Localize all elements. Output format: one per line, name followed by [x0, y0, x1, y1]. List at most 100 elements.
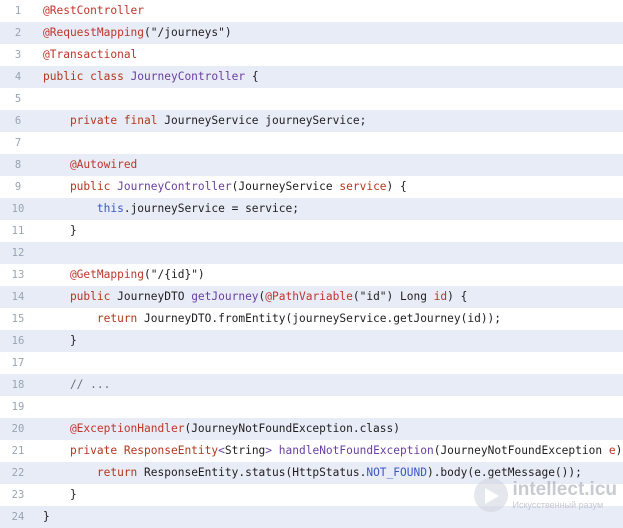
- code-token: ) {: [447, 290, 468, 303]
- code-token: JourneyService journeyService;: [164, 114, 367, 127]
- line-number: 16: [11, 335, 25, 347]
- code-token: ("/journeys"): [144, 26, 232, 39]
- line-code: private ResponseEntity<String> handleNot…: [36, 440, 623, 462]
- code-token: }: [43, 510, 50, 523]
- code-token: String: [224, 444, 266, 457]
- code-token: JourneyController: [130, 70, 246, 83]
- code-token: }: [43, 224, 77, 237]
- line-code: @GetMapping("/{id}"): [36, 264, 623, 286]
- code-token: @RestController: [43, 4, 145, 17]
- code-token: (JourneyNotFoundException.class): [184, 422, 400, 435]
- code-token: this: [43, 202, 124, 215]
- line-code: @Autowired: [36, 154, 623, 176]
- line-code: this.journeyService = service;: [36, 198, 623, 220]
- line-number: 4: [14, 71, 22, 83]
- line-code: private final JourneyService journeyServ…: [36, 110, 623, 132]
- code-token: ).body(e.getMessage());: [426, 466, 582, 479]
- line-number: 6: [14, 115, 22, 127]
- code-line: 22 return ResponseEntity.status(HttpStat…: [0, 462, 623, 484]
- code-token: private final: [43, 114, 165, 127]
- code-token: @RequestMapping: [43, 26, 145, 39]
- line-code: }: [36, 484, 623, 506]
- line-code: public JourneyController(JourneyService …: [36, 176, 623, 198]
- line-number: 1: [14, 5, 22, 17]
- line-number: 15: [11, 313, 25, 325]
- code-token: ResponseEntity: [123, 444, 219, 457]
- code-token: public: [43, 180, 118, 193]
- code-line: 6 private final JourneyService journeySe…: [0, 110, 623, 132]
- code-viewer: 1 @RestController 2 @RequestMapping("/journ…: [0, 0, 623, 528]
- code-token: ) {: [386, 180, 407, 193]
- line-number: 24: [11, 511, 25, 523]
- code-token: <: [218, 444, 225, 457]
- code-line: 2 @RequestMapping("/journeys"): [0, 22, 623, 44]
- code-token: {: [245, 70, 259, 83]
- code-token: >: [265, 444, 279, 457]
- line-number: 3: [14, 49, 22, 61]
- line-code: @Transactional: [36, 44, 623, 66]
- line-number: 10: [11, 203, 25, 215]
- line-code: public class JourneyController {: [36, 66, 623, 88]
- code-line: 1 @RestController: [0, 0, 623, 22]
- code-line: 5: [0, 88, 623, 110]
- code-token: return: [43, 312, 145, 325]
- line-code: public JourneyDTO getJourney(@PathVariab…: [36, 286, 623, 308]
- line-number: 21: [11, 445, 25, 457]
- code-token: }: [43, 488, 77, 501]
- line-number: 5: [14, 93, 22, 105]
- line-code: @RestController: [36, 0, 623, 22]
- line-code: }: [36, 506, 623, 528]
- code-token: handleNotFoundException: [278, 444, 434, 457]
- code-token: ) {: [615, 444, 623, 457]
- code-line: 7: [0, 132, 623, 154]
- code-line: 21 private ResponseEntity<String> handle…: [0, 440, 623, 462]
- code-line: 20 @ExceptionHandler(JourneyNotFoundExce…: [0, 418, 623, 440]
- code-token: @PathVariable: [265, 290, 353, 303]
- code-token: service: [339, 180, 387, 193]
- code-token: @GetMapping: [43, 268, 145, 281]
- code-token: e: [608, 444, 616, 457]
- code-token: @ExceptionHandler: [43, 422, 185, 435]
- line-number: 7: [14, 137, 22, 149]
- code-token: public: [43, 290, 118, 303]
- code-token: (JourneyService: [231, 180, 340, 193]
- line-code: @RequestMapping("/journeys"): [36, 22, 623, 44]
- code-line: 16 }: [0, 330, 623, 352]
- code-line: 24}: [0, 506, 623, 528]
- code-line: 17: [0, 352, 623, 374]
- code-line: 13 @GetMapping("/{id}"): [0, 264, 623, 286]
- line-number: 9: [14, 181, 22, 193]
- code-token: ResponseEntity.status(HttpStatus.: [144, 466, 367, 479]
- code-token: JourneyController: [117, 180, 232, 193]
- line-number: 13: [11, 269, 25, 281]
- code-token: ("id") Long: [352, 290, 434, 303]
- code-line: 15 return JourneyDTO.fromEntity(journeyS…: [0, 308, 623, 330]
- code-token: .journeyService = service;: [123, 202, 299, 215]
- line-number: 18: [11, 379, 25, 391]
- line-number: 14: [11, 291, 25, 303]
- code-line: 4 public class JourneyController {: [0, 66, 623, 88]
- code-token: JourneyDTO.fromEntity(journeyService.get…: [144, 312, 502, 325]
- line-number: 2: [14, 27, 22, 39]
- line-number: 23: [11, 489, 25, 501]
- line-code: }: [36, 220, 623, 242]
- code-token: }: [43, 334, 77, 347]
- line-code: return ResponseEntity.status(HttpStatus.…: [36, 462, 623, 484]
- code-line: 9 public JourneyController(JourneyServic…: [0, 176, 623, 198]
- code-line: 10 this.journeyService = service;: [0, 198, 623, 220]
- line-number: 17: [11, 357, 25, 369]
- code-token: NOT_FOUND: [366, 466, 427, 479]
- code-token: // ...: [43, 378, 111, 391]
- line-number: 20: [11, 423, 25, 435]
- line-code: return JourneyDTO.fromEntity(journeyServ…: [36, 308, 623, 330]
- code-token: public class: [43, 70, 131, 83]
- code-token: @Transactional: [43, 48, 138, 61]
- line-code: }: [36, 330, 623, 352]
- code-line: 19: [0, 396, 623, 418]
- line-code: @ExceptionHandler(JourneyNotFoundExcepti…: [36, 418, 623, 440]
